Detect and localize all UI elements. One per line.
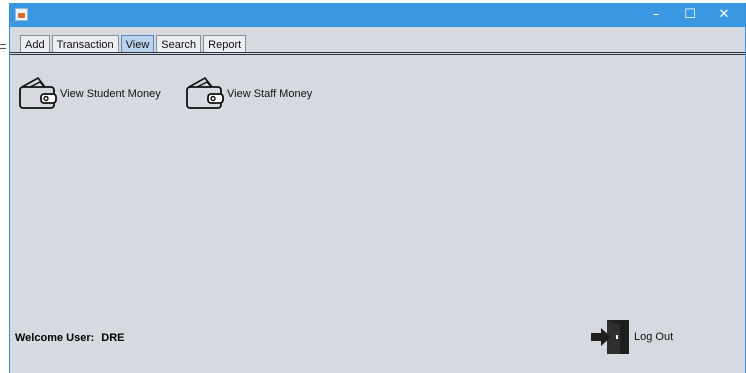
view-student-money-label: View Student Money <box>60 88 161 100</box>
tab-add[interactable]: Add <box>20 35 50 53</box>
logout-button[interactable]: Log Out <box>590 319 673 355</box>
logout-label: Log Out <box>634 331 674 343</box>
tab-transaction[interactable]: Transaction <box>51 35 119 53</box>
view-staff-money-label: View Staff Money <box>227 88 313 100</box>
tab-report[interactable]: Report <box>203 35 247 53</box>
tab-divider <box>10 52 745 55</box>
window-edge-marker <box>0 44 6 49</box>
view-student-money-button[interactable]: View Student Money <box>18 75 161 111</box>
app-window: – ☐ ✕ Add Transaction View Search Report… <box>9 3 746 373</box>
tab-view[interactable]: View <box>120 35 155 53</box>
wallet-icon <box>19 76 57 109</box>
welcome-prefix: Welcome User: <box>15 332 95 344</box>
exit-door-icon <box>591 320 629 354</box>
tab-search[interactable]: Search <box>156 35 202 53</box>
title-bar: – ☐ ✕ <box>10 3 745 27</box>
maximize-icon[interactable]: ☐ <box>674 3 706 27</box>
view-staff-money-button[interactable]: View Staff Money <box>185 75 312 111</box>
java-app-icon[interactable] <box>15 8 28 21</box>
close-icon[interactable]: ✕ <box>708 3 740 27</box>
welcome-message: Welcome User: DRE <box>15 332 125 344</box>
username: DRE <box>101 332 125 344</box>
wallet-icon <box>186 76 224 109</box>
minimize-icon[interactable]: – <box>640 3 672 27</box>
